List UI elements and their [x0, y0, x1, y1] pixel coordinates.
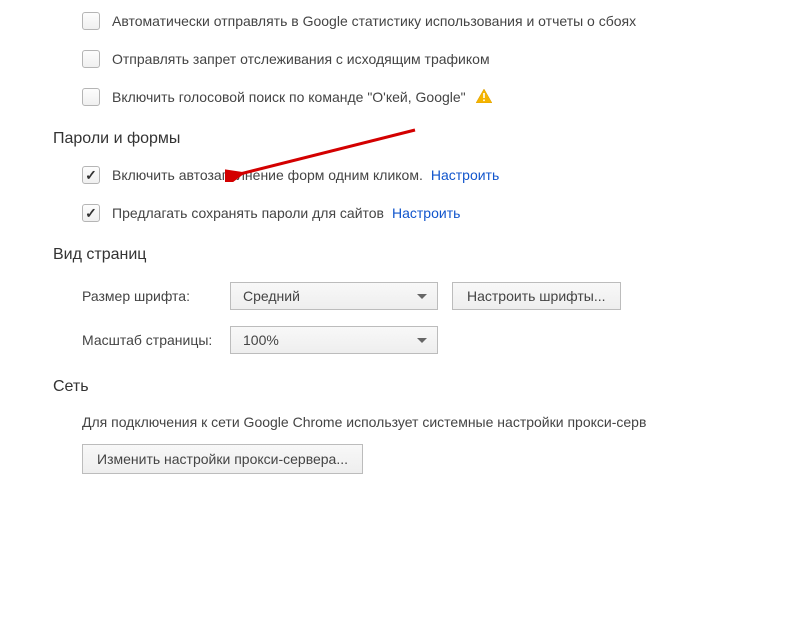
passwords-section-title: Пароли и формы [53, 130, 807, 148]
autofill-checkbox[interactable] [82, 166, 100, 184]
customize-fonts-button[interactable]: Настроить шрифты... [452, 282, 621, 310]
save-passwords-configure-link[interactable]: Настроить [392, 205, 460, 221]
stats-checkbox[interactable] [82, 12, 100, 30]
warning-icon [476, 89, 492, 106]
font-size-value: Средний [243, 288, 300, 304]
change-proxy-button[interactable]: Изменить настройки прокси-сервера... [82, 444, 363, 474]
voice-search-checkbox[interactable] [82, 88, 100, 106]
dnt-checkbox[interactable] [82, 50, 100, 68]
font-size-label: Размер шрифта: [82, 288, 230, 304]
zoom-label: Масштаб страницы: [82, 332, 230, 348]
network-description: Для подключения к сети Google Chrome исп… [82, 414, 807, 430]
dnt-label: Отправлять запрет отслеживания с исходящ… [112, 51, 490, 67]
voice-search-label: Включить голосовой поиск по команде "О'к… [112, 89, 466, 105]
chevron-down-icon [417, 338, 427, 343]
autofill-configure-link[interactable]: Настроить [431, 167, 499, 183]
save-passwords-label: Предлагать сохранять пароли для сайтов [112, 205, 384, 221]
zoom-value: 100% [243, 332, 279, 348]
zoom-select[interactable]: 100% [230, 326, 438, 354]
network-section-title: Сеть [53, 378, 807, 396]
appearance-section-title: Вид страниц [53, 246, 807, 264]
autofill-label: Включить автозаполнение форм одним клико… [112, 167, 423, 183]
stats-label: Автоматически отправлять в Google статис… [112, 13, 636, 29]
save-passwords-checkbox[interactable] [82, 204, 100, 222]
font-size-select[interactable]: Средний [230, 282, 438, 310]
chevron-down-icon [417, 294, 427, 299]
